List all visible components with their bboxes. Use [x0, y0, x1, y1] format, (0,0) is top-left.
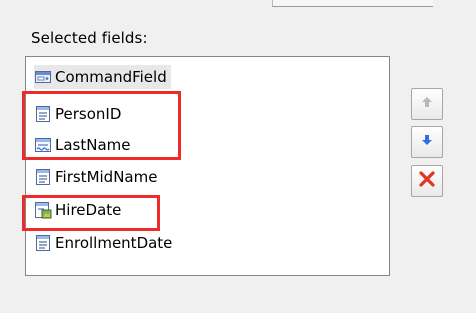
- list-item-lastname[interactable]: LastName: [34, 133, 131, 157]
- move-up-button[interactable]: [411, 88, 443, 120]
- selected-fields-list[interactable]: CommandField PersonID LastName FirstMidN…: [25, 56, 390, 276]
- arrow-up-icon: [420, 95, 434, 113]
- list-item-firstmidname[interactable]: FirstMidName: [34, 165, 157, 189]
- list-item-commandfield[interactable]: CommandField: [34, 65, 171, 89]
- list-item-label: PersonID: [55, 105, 122, 123]
- image-field-icon: [34, 201, 52, 219]
- list-item-label: CommandField: [55, 68, 167, 86]
- command-field-icon: [34, 68, 52, 86]
- selected-fields-label: Selected fields:: [31, 29, 148, 47]
- list-item-label: HireDate: [55, 201, 122, 219]
- delete-x-icon: [418, 170, 436, 192]
- hyperlink-field-icon: [34, 136, 52, 154]
- list-item-label: LastName: [55, 136, 131, 154]
- list-item-personid[interactable]: PersonID: [34, 102, 121, 126]
- list-item-enrollmentdate[interactable]: EnrollmentDate: [34, 231, 172, 255]
- arrow-down-icon: [420, 133, 434, 151]
- list-item-label: EnrollmentDate: [55, 234, 173, 252]
- bound-field-icon: [34, 105, 52, 123]
- remove-field-button[interactable]: [411, 165, 443, 197]
- top-field-edge: [272, 0, 433, 7]
- list-item-label: FirstMidName: [55, 168, 158, 186]
- bound-field-icon: [34, 168, 52, 186]
- list-item-hiredate[interactable]: HireDate: [34, 198, 121, 222]
- move-down-button[interactable]: [411, 126, 443, 158]
- bound-field-icon: [34, 234, 52, 252]
